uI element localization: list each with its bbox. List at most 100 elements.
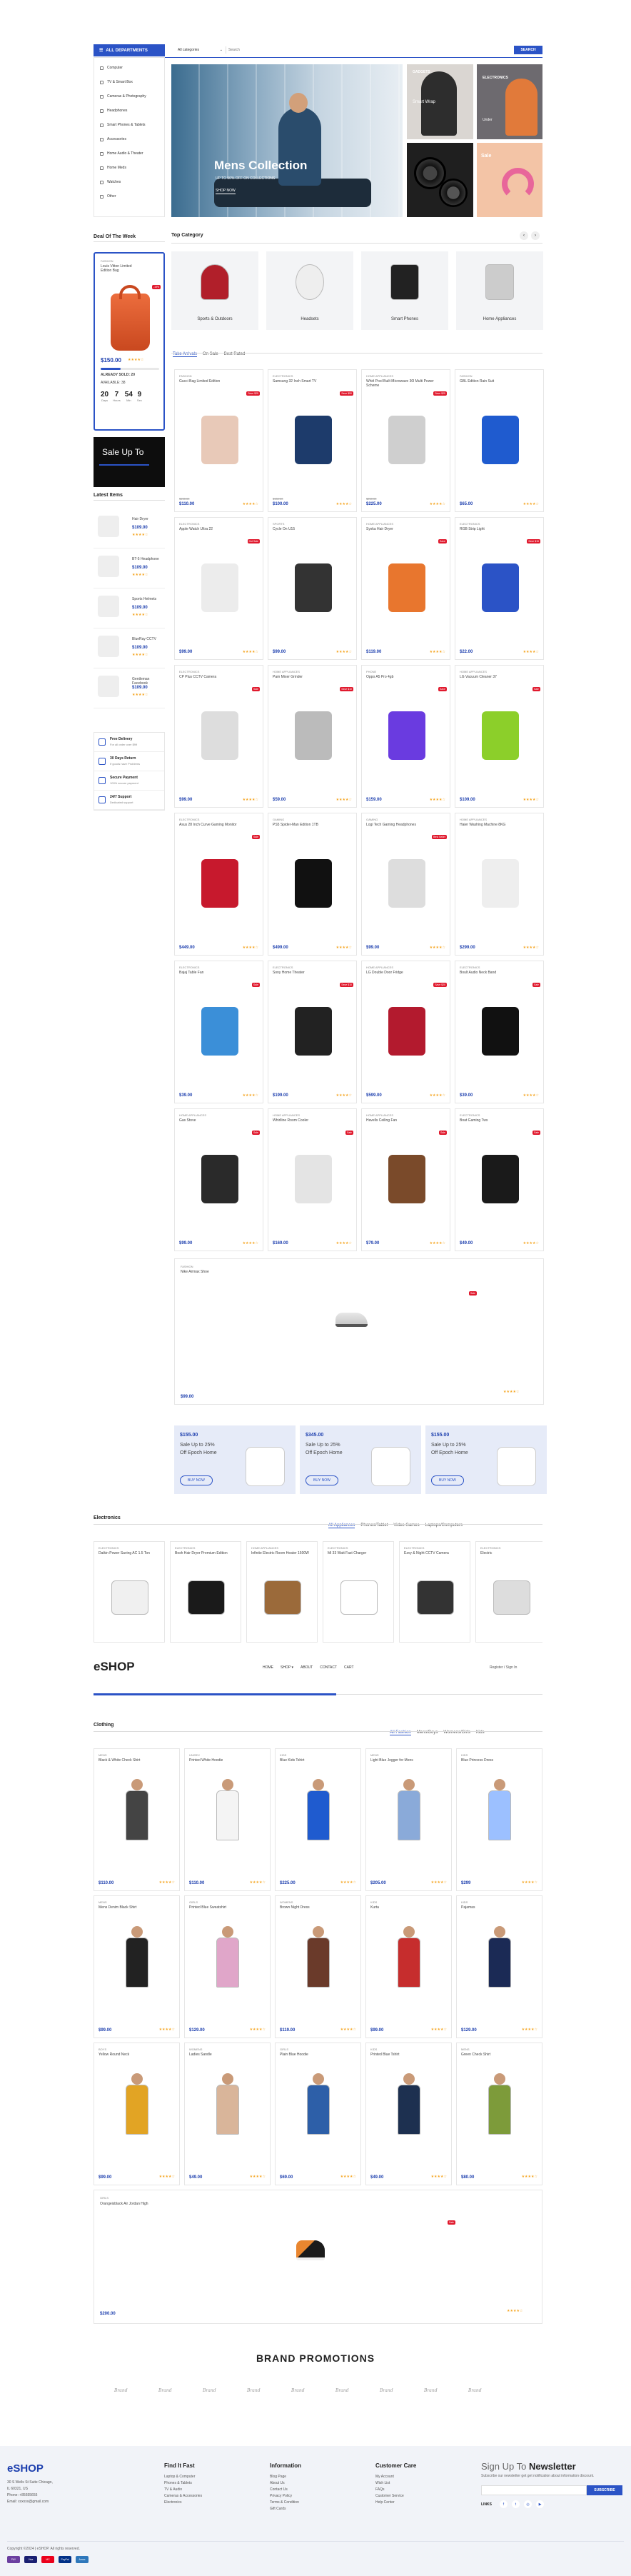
hero-side-gadgets[interactable]: GADGETS Smart Wrap xyxy=(407,64,473,139)
footer-link[interactable]: Cameras & Accessories xyxy=(164,2493,202,2500)
sidebar-item[interactable]: Accessories xyxy=(94,132,164,146)
product-card[interactable]: FASHION Gucci Bag Limited Edition Save $25… xyxy=(174,369,263,512)
nav-link[interactable]: SHOP ▾ xyxy=(281,1665,293,1670)
footer-link[interactable]: TV & Audio xyxy=(164,2487,202,2493)
promo-buy-button[interactable]: BUY NOW xyxy=(306,1475,338,1485)
footer-logo[interactable]: eSHOP xyxy=(7,2462,44,2475)
brand-logo[interactable]: Brand xyxy=(203,2388,216,2393)
sidebar-item[interactable]: Home Audio & Theater xyxy=(94,146,164,161)
product-card[interactable]: ELECTRONICS Sony Home Theater Save $10 $199… xyxy=(268,961,357,1103)
nav-link[interactable]: CART xyxy=(344,1665,354,1670)
clothing-card[interactable]: MENS Green Check Shirt $80.00 ★★★★☆ xyxy=(456,2043,542,2185)
footer-link[interactable]: My Account xyxy=(375,2474,404,2480)
product-card[interactable]: ELECTRONICS Samsung 32 Inch Smart TV Save … xyxy=(268,369,357,512)
category-tile[interactable]: Headsets xyxy=(266,251,353,330)
next-arrow-icon[interactable]: › xyxy=(531,231,540,240)
subscribe-button[interactable]: SUBSCRIBE xyxy=(587,2485,622,2495)
clothing-card[interactable]: WOMENS Ladies Sandle $49.00 ★★★★☆ xyxy=(184,2043,271,2185)
promo-card[interactable]: $345.00 Sale Up to 25% Off Epoch Home BUY N… xyxy=(300,1425,421,1494)
brand-logo[interactable]: Brand xyxy=(335,2388,349,2393)
product-card[interactable]: HOME APPLIANCES Whirlline Room Cooler Sale… xyxy=(268,1108,357,1251)
sidebar-item[interactable]: Computer xyxy=(94,61,164,75)
footer-link[interactable]: About Us xyxy=(270,2480,299,2487)
clothing-card[interactable]: KIDS Blue Kids Tshirt $225.00 ★★★★☆ xyxy=(275,1748,361,1891)
search-button[interactable]: SEARCH xyxy=(514,46,542,54)
product-card[interactable]: HOME APPLIANCES Whirl Pool Built Microwav… xyxy=(361,369,450,512)
sidebar-item[interactable]: Other xyxy=(94,189,164,204)
product-card[interactable]: ELECTRONICS Bajaj Table Fan Sale $39.00 ★★★★… xyxy=(174,961,263,1103)
category-tile[interactable]: Smart Phones xyxy=(361,251,448,330)
product-card[interactable]: HOME APPLIANCES Haier Washing Machine 8KG… xyxy=(455,813,544,956)
footer-link[interactable]: Contact Us xyxy=(270,2487,299,2493)
latest-item[interactable]: BT-5 Headphone $109.00 ★★★★☆ xyxy=(94,548,165,588)
clothing-card[interactable]: BOYS Yellow Round Neck $99.00 ★★★★☆ xyxy=(94,2043,180,2185)
clothing-card[interactable]: KIDS Printed Blue Tshirt $49.00 ★★★★☆ xyxy=(365,2043,452,2185)
deal-card[interactable]: FASHION Louis Vitton Limited Edition Bag… xyxy=(94,252,165,431)
brand-logo[interactable]: Brand xyxy=(247,2388,261,2393)
brand-logo[interactable]: Brand xyxy=(114,2388,128,2393)
electronics-card[interactable]: ELECTRONICS Mi 33 Watt Fast Charger xyxy=(323,1541,394,1643)
hero-shop-now-button[interactable]: SHOP NOW xyxy=(216,189,236,194)
electronics-card[interactable]: HOME APPLIANCES Infinite Electric Room He… xyxy=(246,1541,318,1643)
clothing-card[interactable]: MENS Mens Denim Black Shirt $99.00 ★★★★☆ xyxy=(94,1895,180,2038)
sidebar-item[interactable]: Smart Phones & Tablets xyxy=(94,118,164,132)
nav-link[interactable]: ABOUT xyxy=(301,1665,313,1670)
footer-link[interactable]: Phones & Tablets xyxy=(164,2480,202,2487)
electronics-card[interactable]: ELECTRONICS Bosh Hair Dryer Premium Editi… xyxy=(170,1541,241,1643)
latest-item[interactable]: BlueRay CCTV $109.00 ★★★★☆ xyxy=(94,628,165,668)
footer-link[interactable]: Terms & Condition xyxy=(270,2500,299,2506)
promo-card[interactable]: $155.00 Sale Up to 25% Off Epoch Home BUY N… xyxy=(425,1425,547,1494)
sidebar-item[interactable]: TV & Smart Box xyxy=(94,75,164,89)
wide-product-card[interactable]: FASHION Nike Airmax Shoe Sale ★★★★☆ $99.… xyxy=(174,1258,544,1405)
latest-item[interactable]: Gentleman Facebook $109.00 ★★★★☆ xyxy=(94,668,165,708)
footer-link[interactable]: Customer Service xyxy=(375,2493,404,2500)
product-card[interactable]: ELECTRONICS Boat Gaming Tws Sale $49.00 ★★★★… xyxy=(455,1108,544,1251)
hero-side-speaker[interactable] xyxy=(407,143,473,217)
footer-link[interactable]: Privacy Policy xyxy=(270,2493,299,2500)
nav-link[interactable]: CONTACT xyxy=(320,1665,337,1670)
product-card[interactable]: GAMING PS5 Spider-Man Edition 1TB $499.00 ★… xyxy=(268,813,357,956)
footer-link[interactable]: Gift Cards xyxy=(270,2506,299,2512)
footer-link[interactable]: Blog Page xyxy=(270,2474,299,2480)
search-input[interactable] xyxy=(228,46,514,54)
clothing-card[interactable]: GIRLS Plain Blue Hoodie $69.00 ★★★★☆ xyxy=(275,2043,361,2185)
footer-link[interactable]: Wish List xyxy=(375,2480,404,2487)
category-select[interactable]: All categories ⌄ xyxy=(178,46,226,54)
clothing-card[interactable]: MENS Black & White Check Shirt $110.00 ★★★★… xyxy=(94,1748,180,1891)
footer-link[interactable]: Laptop & Computer xyxy=(164,2474,202,2480)
clothing-wide-card[interactable]: GIRLS Orangeisblack Air Jordan High Sale… xyxy=(94,2190,542,2324)
product-card[interactable]: SPORTS Cycle On U15 $99.00 ★★★★☆ xyxy=(268,517,357,660)
clothing-card[interactable]: UNISEX Printed White Hoodie $110.00 ★★★★☆ xyxy=(184,1748,271,1891)
product-card[interactable]: HOME APPLIANCES LG Vacuum Cleaner 37 Sale $… xyxy=(455,665,544,808)
promo-buy-button[interactable]: BUY NOW xyxy=(431,1475,464,1485)
latest-item[interactable]: Hair Dryer $109.00 ★★★★☆ xyxy=(94,508,165,548)
clothing-card[interactable]: KIDS Pajamas $129.00 ★★★★☆ xyxy=(456,1895,542,2038)
brand-logo[interactable]: Brand xyxy=(380,2388,393,2393)
product-card[interactable]: GAMING Logi Tech Gaming Headphones Best Se… xyxy=(361,813,450,956)
product-card[interactable]: HOME APPLIANCES Syska Hair Dryer Save $119.… xyxy=(361,517,450,660)
mini-logo[interactable]: eSHOP xyxy=(94,1660,135,1674)
category-tile[interactable]: Home Appliances xyxy=(456,251,543,330)
latest-item[interactable]: Sports Helmets $109.00 ★★★★☆ xyxy=(94,588,165,628)
clothing-card[interactable]: KIDS Kurta $99.00 ★★★★☆ xyxy=(365,1895,452,2038)
nav-link[interactable]: HOME xyxy=(263,1665,273,1670)
product-card[interactable]: PHONE Oppo A5 Pro 4gb Save $159.00 ★★★★☆ xyxy=(361,665,450,808)
brand-logo[interactable]: Brand xyxy=(291,2388,305,2393)
sidebar-item[interactable]: Home Meds xyxy=(94,161,164,175)
product-card[interactable]: ELECTRONICS CP Plus CCTV Camera Sale $99.00… xyxy=(174,665,263,808)
electronics-card[interactable]: ELECTRONICS Electric xyxy=(475,1541,542,1643)
hero-side-sale[interactable]: Sale xyxy=(477,143,542,217)
footer-link[interactable]: Electronics xyxy=(164,2500,202,2506)
product-card[interactable]: FASHION GBL Edition Rain Suit $65.00 ★★★★☆ xyxy=(455,369,544,512)
category-tile[interactable]: Sports & Outdoors xyxy=(171,251,258,330)
mini-auth[interactable]: Register / Sign In xyxy=(490,1665,517,1670)
sidebar-item[interactable]: Watches xyxy=(94,175,164,189)
product-card[interactable]: ELECTRONICS Apple Watch Ultra 22 Hot Sale $… xyxy=(174,517,263,660)
clothing-card[interactable]: GIRLS Printed Blue Sweatshirt $129.00 ★★★★☆ xyxy=(184,1895,271,2038)
brand-logo[interactable]: Brand xyxy=(158,2388,172,2393)
youtube-icon[interactable]: ▶ xyxy=(536,2500,544,2508)
clothing-card[interactable]: MENS Light Blue Jogger for Mens $205.00 ★★★… xyxy=(365,1748,452,1891)
brand-logo[interactable]: Brand xyxy=(424,2388,438,2393)
brand-logo[interactable]: Brand xyxy=(468,2388,482,2393)
instagram-icon[interactable]: ◎ xyxy=(524,2500,532,2508)
